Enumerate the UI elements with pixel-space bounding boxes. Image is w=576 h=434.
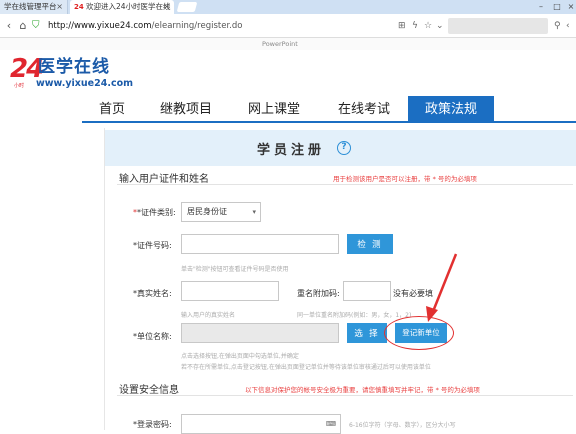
nav-divider bbox=[82, 121, 576, 123]
bookmark-bar: PowerPoint bbox=[0, 38, 576, 50]
section-note-security: 以下信息对保护您的帐号安全极为重要，请您慎重填写并牢记，带 * 号的为必填项 bbox=[245, 386, 480, 394]
real-name-label: *真实姓名: bbox=[133, 289, 172, 298]
keyboard-icon: ⌨ bbox=[325, 420, 336, 428]
new-tab-button[interactable] bbox=[176, 2, 198, 12]
divider bbox=[117, 184, 573, 185]
logo-url: www.yixue24.com bbox=[36, 78, 133, 89]
site-logo[interactable]: 24 小时 医学在线 www.yixue24.com bbox=[10, 54, 133, 94]
id-hint: 单击"检测"按钮可查看证件号码是否使用 bbox=[181, 266, 289, 273]
password-input[interactable]: ⌨ bbox=[181, 414, 341, 434]
url-path: /elearning/register.do bbox=[151, 21, 243, 31]
panel-header: 学员注册 ? bbox=[105, 130, 576, 166]
password-hint: 6-16位字符（字母、数字），区分大小写 bbox=[349, 422, 456, 429]
divider bbox=[117, 395, 573, 396]
url-input[interactable]: http://www.yixue24.com/elearning/registe… bbox=[48, 18, 452, 34]
nav-item-projects[interactable]: 继教项目 bbox=[144, 96, 228, 122]
nav-item-online-exam[interactable]: 在线考试 bbox=[322, 96, 406, 122]
browser-tab-1[interactable]: 学在线管理平台 × bbox=[0, 0, 68, 14]
nav-item-home[interactable]: 首页 bbox=[82, 96, 142, 122]
id-type-label: **证件类别: bbox=[133, 208, 176, 217]
shield-icon: ⛉ bbox=[32, 20, 40, 31]
lightning-icon[interactable]: ϟ bbox=[412, 19, 418, 33]
grid-icon[interactable]: ⊞ bbox=[398, 19, 406, 33]
annotation-arrow-icon bbox=[426, 253, 458, 322]
unit-name-input[interactable] bbox=[181, 323, 339, 343]
chevron-left-icon[interactable]: ‹ bbox=[566, 19, 570, 33]
registration-panel: 学员注册 ? 输入用户证件和姓名 用于检测该用户是否可以注册，带 * 号的为必填… bbox=[104, 128, 576, 434]
nav-item-policy[interactable]: 政策法规 bbox=[408, 96, 494, 122]
close-icon[interactable]: × bbox=[56, 0, 63, 14]
minimize-icon[interactable]: – bbox=[534, 0, 548, 14]
back-icon[interactable]: ‹ bbox=[2, 19, 16, 33]
id-type-value: 居民身份证 bbox=[187, 207, 227, 216]
url-host: http://www.yixue24.com bbox=[48, 21, 152, 31]
tab-label: 欢迎进入24小时医学在线 bbox=[86, 2, 171, 11]
section-note-identity: 用于检测该用户是否可以注册，带 * 号的为必填项 bbox=[333, 175, 477, 183]
search-icon[interactable]: ⚲ bbox=[554, 19, 561, 33]
unit-hint-2: 若不存在所需单位,点击登记按钮,在弹出页面登记单位并等待该单位审核通过后可以使用… bbox=[181, 364, 431, 371]
window-close-icon[interactable]: × bbox=[564, 0, 576, 14]
nav-item-online-class[interactable]: 网上课堂 bbox=[232, 96, 316, 122]
chevron-down-icon: ▾ bbox=[252, 208, 256, 216]
close-icon[interactable]: × bbox=[163, 0, 170, 14]
browser-search-box[interactable] bbox=[448, 18, 548, 34]
unit-hint-1: 点击选择按钮,在弹出页面中勾选单位,并确定 bbox=[181, 353, 299, 360]
browser-tab-bar: 学在线管理平台 × 24 欢迎进入24小时医学在线 × – □ × bbox=[0, 0, 576, 14]
real-name-hint: 输入用户的真实姓名 bbox=[181, 312, 236, 319]
star-icon[interactable]: ☆ bbox=[424, 19, 432, 33]
name-suffix-label: 重名附加码: bbox=[297, 289, 340, 298]
select-unit-button[interactable]: 选 择 bbox=[347, 323, 387, 343]
id-number-input[interactable] bbox=[181, 234, 339, 254]
browser-address-bar: ‹ ⌂ ⛉ http://www.yixue24.com/elearning/r… bbox=[0, 14, 576, 38]
tab-label: 学在线管理平台 bbox=[4, 2, 57, 11]
id-type-select[interactable]: 居民身份证 ▾ bbox=[181, 202, 261, 222]
help-icon[interactable]: ? bbox=[337, 141, 351, 155]
logo-sub: 小时 bbox=[14, 83, 25, 89]
page-title: 学员注册 bbox=[257, 143, 326, 158]
check-button[interactable]: 检 测 bbox=[347, 234, 393, 254]
real-name-input[interactable] bbox=[181, 281, 279, 301]
logo-title: 医学在线 bbox=[38, 57, 110, 77]
id-number-label: *证件号码: bbox=[133, 241, 172, 250]
home-icon[interactable]: ⌂ bbox=[16, 19, 30, 33]
unit-label: *单位名称: bbox=[133, 332, 172, 341]
maximize-icon[interactable]: □ bbox=[550, 0, 564, 14]
section-title-security: 设置安全信息 bbox=[119, 385, 179, 396]
password-label: *登录密码: bbox=[133, 420, 172, 429]
browser-tab-2-active[interactable]: 24 欢迎进入24小时医学在线 × bbox=[70, 0, 174, 14]
chevron-down-icon[interactable]: ⌄ bbox=[436, 19, 444, 33]
suffix-hint: 同一单位重名附加码(例如：男，女，1，2) bbox=[297, 312, 412, 319]
section-title-identity: 输入用户证件和姓名 bbox=[119, 174, 209, 185]
name-suffix-input[interactable] bbox=[343, 281, 391, 301]
bookmark-item[interactable]: PowerPoint bbox=[262, 38, 298, 50]
main-nav: 首页 继教项目 网上课堂 在线考试 政策法规 bbox=[82, 96, 494, 122]
site-favicon-icon: 24 bbox=[74, 3, 84, 11]
